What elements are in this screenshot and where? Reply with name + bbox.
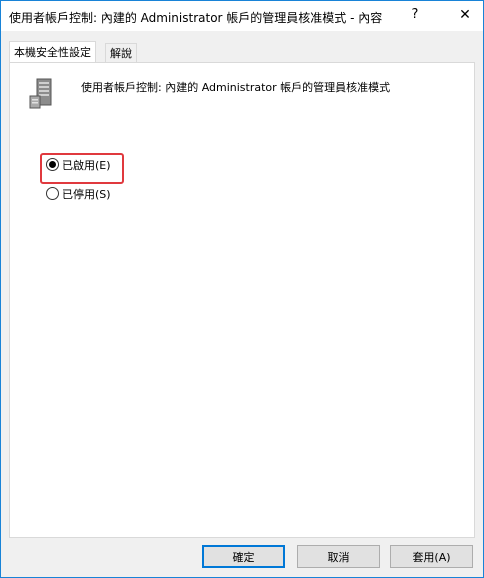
cancel-button[interactable]: 取消 (297, 545, 380, 568)
close-button[interactable]: ✕ (455, 7, 475, 25)
radio-disabled-label: 已停用(S) (62, 188, 111, 201)
radio-disabled[interactable]: 已停用(S) (46, 186, 111, 204)
tab-explain[interactable]: 解說 (105, 43, 137, 63)
radio-unchecked-icon[interactable] (46, 187, 59, 200)
policy-description: 使用者帳戶控制: 內建的 Administrator 帳戶的管理員核准模式 (81, 81, 391, 94)
radio-checked-icon[interactable] (46, 158, 59, 171)
window-title: 使用者帳戶控制: 內建的 Administrator 帳戶的管理員核准模式 - … (9, 11, 383, 25)
radio-enabled-label: 已啟用(E) (62, 159, 111, 172)
radio-enabled[interactable]: 已啟用(E) (46, 157, 111, 175)
ok-button[interactable]: 確定 (202, 545, 285, 568)
server-icon (29, 78, 52, 109)
title-bar: 使用者帳戶控制: 內建的 Administrator 帳戶的管理員核准模式 - … (1, 1, 483, 31)
tab-local-security-setting[interactable]: 本機安全性設定 (9, 41, 96, 63)
apply-button[interactable]: 套用(A) (390, 545, 473, 568)
help-button[interactable]: ? (405, 7, 425, 25)
properties-dialog: 使用者帳戶控制: 內建的 Administrator 帳戶的管理員核准模式 - … (0, 0, 484, 578)
tab-panel: 使用者帳戶控制: 內建的 Administrator 帳戶的管理員核准模式 已啟… (9, 62, 475, 538)
